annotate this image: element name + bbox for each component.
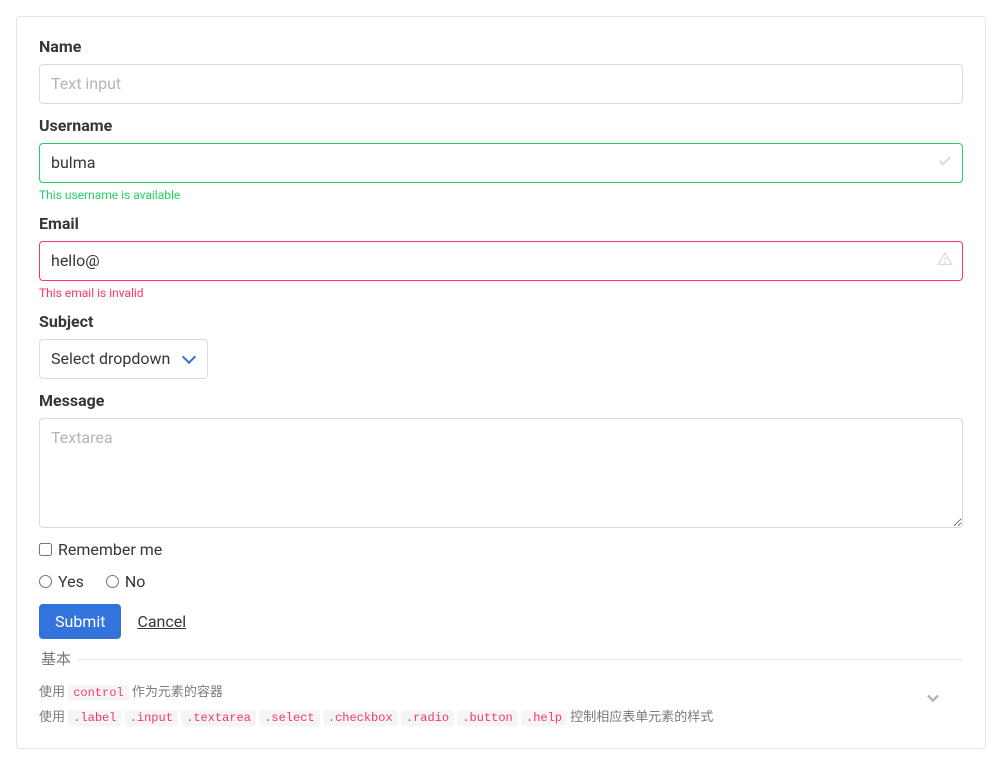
field-email: Email This email is invalid xyxy=(39,214,963,300)
field-subject: Subject Select dropdown xyxy=(39,312,963,379)
hint2-prefix: 使用 xyxy=(39,710,68,725)
email-label: Email xyxy=(39,214,963,233)
email-input[interactable] xyxy=(39,241,963,281)
field-username: Username This username is available xyxy=(39,116,963,202)
button-row: Submit Cancel xyxy=(39,604,963,639)
field-name: Name xyxy=(39,37,963,104)
remember-label-text: Remember me xyxy=(58,540,162,559)
hint2-code: .label xyxy=(68,710,121,726)
legend-block: 基本 使用 control 作为元素的容器 使用 .label .input .… xyxy=(39,659,963,730)
radio-yes[interactable]: Yes xyxy=(39,572,84,591)
chevron-down-icon[interactable] xyxy=(923,688,943,712)
message-textarea[interactable] xyxy=(39,418,963,528)
hint1-prefix: 使用 xyxy=(39,685,68,700)
hint1-code: control xyxy=(68,685,128,701)
subject-select-wrap: Select dropdown xyxy=(39,339,208,379)
submit-button[interactable]: Submit xyxy=(39,604,121,639)
legend-title: 基本 xyxy=(35,648,77,669)
name-control xyxy=(39,64,963,104)
hint-line-2: 使用 .label .input .textarea .select .chec… xyxy=(39,706,963,731)
radio-no-label: No xyxy=(125,572,146,591)
subject-control: Select dropdown xyxy=(39,339,963,379)
hint2-codes: .label .input .textarea .select .checkbo… xyxy=(68,710,570,725)
name-label: Name xyxy=(39,37,963,56)
subject-select[interactable]: Select dropdown xyxy=(39,339,208,379)
hint1-suffix: 作为元素的容器 xyxy=(129,685,223,700)
name-input[interactable] xyxy=(39,64,963,104)
cancel-button[interactable]: Cancel xyxy=(125,604,198,639)
username-help: This username is available xyxy=(39,188,963,202)
hint-line-1: 使用 control 作为元素的容器 xyxy=(39,681,963,706)
hint2-code: .textarea xyxy=(181,710,256,726)
email-control xyxy=(39,241,963,281)
username-label: Username xyxy=(39,116,963,135)
username-control xyxy=(39,143,963,183)
message-control xyxy=(39,418,963,528)
radio-yes-label: Yes xyxy=(58,572,84,591)
hint2-code: .input xyxy=(125,710,178,726)
hint2-code: .button xyxy=(457,710,517,726)
hint2-suffix: 控制相应表单元素的样式 xyxy=(570,710,713,725)
hint2-code: .select xyxy=(259,710,319,726)
field-remember: Remember me xyxy=(39,540,963,560)
field-radio: Yes No xyxy=(39,572,963,592)
message-label: Message xyxy=(39,391,963,410)
radio-no-input[interactable] xyxy=(106,575,119,588)
remember-checkbox-input[interactable] xyxy=(39,543,52,556)
hint2-code: .help xyxy=(521,710,567,726)
email-help: This email is invalid xyxy=(39,286,963,300)
hint2-code: .radio xyxy=(401,710,454,726)
hint2-code: .checkbox xyxy=(323,710,398,726)
form-panel: Name Username This username is available… xyxy=(16,16,986,749)
radio-yes-input[interactable] xyxy=(39,575,52,588)
username-input[interactable] xyxy=(39,143,963,183)
radio-no[interactable]: No xyxy=(106,572,146,591)
subject-label: Subject xyxy=(39,312,963,331)
remember-checkbox[interactable]: Remember me xyxy=(39,540,162,559)
field-message: Message xyxy=(39,391,963,528)
